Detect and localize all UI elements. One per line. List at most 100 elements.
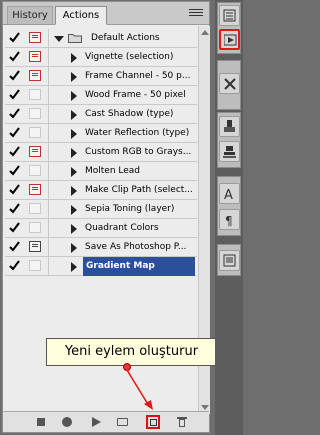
action-label: Water Reflection (type) <box>85 128 190 138</box>
toggle-check-icon[interactable] <box>8 50 21 63</box>
notes-icon <box>223 254 236 267</box>
toggle-check-icon[interactable] <box>8 183 21 196</box>
expand-right-icon[interactable] <box>71 72 77 82</box>
toggle-check-icon[interactable] <box>8 240 21 253</box>
action-row[interactable]: Wood Frame - 50 pixel <box>5 86 197 105</box>
expand-right-icon[interactable] <box>71 148 77 158</box>
action-label: Quadrant Colors <box>85 223 159 233</box>
action-label: Default Actions <box>91 33 160 43</box>
scroll-up-icon[interactable] <box>201 30 209 35</box>
character-dock-button[interactable]: A <box>219 183 240 204</box>
dock-group-4: A ¶ <box>217 176 241 236</box>
row-divider <box>48 29 49 48</box>
expand-right-icon[interactable] <box>71 129 77 139</box>
tab-actions[interactable]: Actions <box>55 6 107 25</box>
play-button[interactable] <box>90 416 102 428</box>
svg-text:A: A <box>224 188 233 201</box>
expand-right-icon[interactable] <box>71 224 77 234</box>
notes-dock-button[interactable] <box>219 250 240 271</box>
action-row[interactable]: Water Reflection (type) <box>5 124 197 143</box>
folder-icon <box>68 33 82 43</box>
row-divider <box>48 162 49 181</box>
action-row[interactable]: Custom RGB to Grays... <box>5 143 197 162</box>
expand-right-icon[interactable] <box>71 205 77 215</box>
tool-presets-dock-button[interactable] <box>219 73 240 94</box>
row-divider <box>48 67 49 86</box>
action-label: Molten Lead <box>85 166 141 176</box>
toggle-check-icon[interactable] <box>8 202 21 215</box>
trash-icon[interactable] <box>176 416 188 428</box>
dialog-toggle-icon[interactable] <box>29 260 41 271</box>
dialog-toggle-icon[interactable] <box>29 108 41 119</box>
dialog-toggle-icon[interactable] <box>29 146 41 157</box>
action-row[interactable]: Save As Photoshop P... <box>5 238 197 257</box>
dock-group-5 <box>217 244 241 276</box>
expand-right-icon[interactable] <box>71 186 77 196</box>
action-row[interactable]: Vignette (selection) <box>5 48 197 67</box>
action-row[interactable]: Make Clip Path (select... <box>5 181 197 200</box>
new-action-button[interactable] <box>146 415 160 429</box>
expand-right-icon[interactable] <box>71 91 77 101</box>
new-set-button[interactable] <box>117 416 129 428</box>
toggle-check-icon[interactable] <box>8 126 21 139</box>
toggle-check-icon[interactable] <box>8 145 21 158</box>
dialog-toggle-icon[interactable] <box>29 51 41 62</box>
scroll-down-icon[interactable] <box>201 405 209 410</box>
expand-right-icon[interactable] <box>71 110 77 120</box>
actions-toolbar <box>3 411 209 432</box>
stamp-icon <box>223 146 236 158</box>
dialog-toggle-icon[interactable] <box>29 222 41 233</box>
expand-right-icon[interactable] <box>71 53 77 63</box>
action-label: Frame Channel - 50 p... <box>85 71 191 81</box>
toggle-check-icon[interactable] <box>8 88 21 101</box>
dialog-toggle-icon[interactable] <box>29 165 41 176</box>
actions-icon <box>224 34 237 46</box>
record-button[interactable] <box>61 416 73 428</box>
dialog-toggle-icon[interactable] <box>29 89 41 100</box>
toggle-check-icon[interactable] <box>8 259 21 272</box>
clone-source-dock-button[interactable] <box>219 116 240 137</box>
row-divider <box>48 124 49 143</box>
toggle-check-icon[interactable] <box>8 164 21 177</box>
action-set-row[interactable]: Default Actions <box>5 29 197 48</box>
panel-tab-bar: History Actions <box>3 2 209 25</box>
paragraph-dock-button[interactable]: ¶ <box>219 209 240 230</box>
expand-right-icon[interactable] <box>71 243 77 253</box>
expand-down-icon[interactable] <box>54 36 64 42</box>
toggle-check-icon[interactable] <box>8 221 21 234</box>
action-row[interactable]: Frame Channel - 50 p... <box>5 67 197 86</box>
actions-list: Default Actions Vignette (selection) Frame… <box>5 29 197 276</box>
stop-button[interactable] <box>35 416 47 428</box>
expand-right-icon[interactable] <box>71 262 77 272</box>
dock-group-1 <box>217 2 241 54</box>
toggle-check-icon[interactable] <box>8 31 21 44</box>
action-row[interactable]: Molten Lead <box>5 162 197 181</box>
row-divider <box>48 86 49 105</box>
action-row[interactable]: Sepia Toning (layer) <box>5 200 197 219</box>
action-row[interactable]: Quadrant Colors <box>5 219 197 238</box>
expand-right-icon[interactable] <box>71 167 77 177</box>
dialog-toggle-icon[interactable] <box>29 32 41 43</box>
action-row[interactable]: Cast Shadow (type) <box>5 105 197 124</box>
dialog-toggle-icon[interactable] <box>29 70 41 81</box>
panel-menu-icon[interactable] <box>189 7 203 19</box>
dialog-toggle-icon[interactable] <box>29 184 41 195</box>
dialog-toggle-icon[interactable] <box>29 203 41 214</box>
toggle-check-icon[interactable] <box>8 69 21 82</box>
dialog-toggle-icon[interactable] <box>29 241 41 252</box>
history-icon <box>223 9 236 22</box>
row-divider <box>48 257 49 276</box>
dialog-toggle-icon[interactable] <box>29 127 41 138</box>
history-dock-button[interactable] <box>219 5 240 26</box>
action-label: Save As Photoshop P... <box>85 242 187 252</box>
tab-history[interactable]: History <box>7 6 53 24</box>
action-label: Sepia Toning (layer) <box>85 204 175 214</box>
actions-dock-button[interactable] <box>219 29 240 50</box>
action-label: Make Clip Path (select... <box>85 185 193 195</box>
row-divider <box>48 48 49 67</box>
toggle-check-icon[interactable] <box>8 107 21 120</box>
action-row[interactable]: Gradient Map <box>5 257 197 276</box>
row-divider <box>48 200 49 219</box>
action-label: Vignette (selection) <box>85 52 174 62</box>
stamp-dock-button[interactable] <box>219 141 240 162</box>
